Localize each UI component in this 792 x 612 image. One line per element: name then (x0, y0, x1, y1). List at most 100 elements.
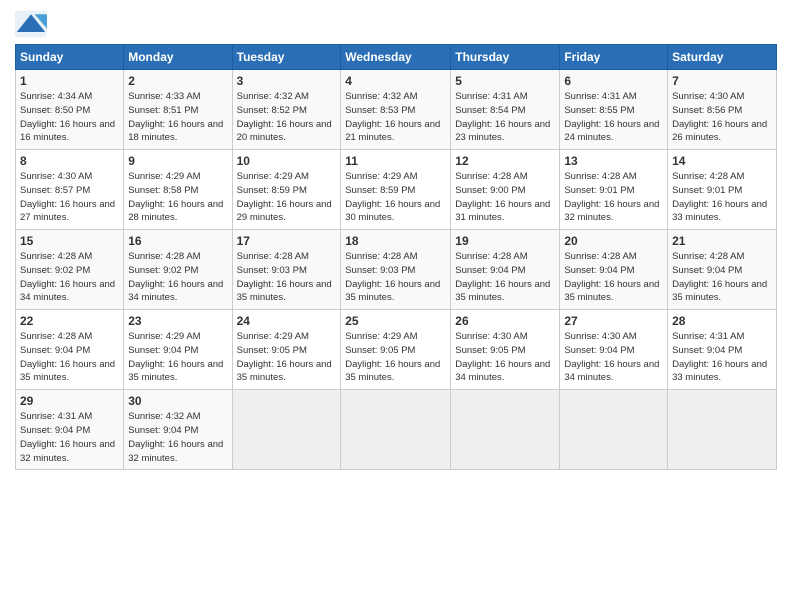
day-number: 6 (564, 74, 663, 88)
day-number: 27 (564, 314, 663, 328)
day-number: 11 (345, 154, 446, 168)
weekday-thursday: Thursday (451, 45, 560, 70)
page-container: SundayMondayTuesdayWednesdayThursdayFrid… (0, 0, 792, 480)
calendar-table: SundayMondayTuesdayWednesdayThursdayFrid… (15, 44, 777, 470)
day-number: 8 (20, 154, 119, 168)
day-number: 22 (20, 314, 119, 328)
calendar-week-row: 15 Sunrise: 4:28 AMSunset: 9:02 PMDayligh… (16, 230, 777, 310)
day-info: Sunrise: 4:28 AMSunset: 9:04 PMDaylight:… (20, 330, 119, 385)
calendar-cell: 17Sunrise: 4:28 AMSunset: 9:03 PMDayligh… (232, 230, 341, 310)
day-number: 28 (672, 314, 772, 328)
header (15, 10, 777, 38)
calendar-cell: 27 Sunrise: 4:30 AMSunset: 9:04 PMDayligh… (560, 310, 668, 390)
day-info: Sunrise: 4:32 AMSunset: 8:52 PMDaylight:… (237, 90, 337, 145)
calendar-cell (232, 390, 341, 470)
day-number: 3 (237, 74, 337, 88)
day-number: 9 (128, 154, 227, 168)
day-info: Sunrise: 4:29 AMSunset: 9:04 PMDaylight:… (128, 330, 227, 385)
calendar-cell: 1Sunrise: 4:34 AMSunset: 8:50 PMDaylight… (16, 70, 124, 150)
day-number: 2 (128, 74, 227, 88)
calendar-cell: 22 Sunrise: 4:28 AMSunset: 9:04 PMDayligh… (16, 310, 124, 390)
day-number: 14 (672, 154, 772, 168)
calendar-cell: 30Sunrise: 4:32 AMSunset: 9:04 PMDayligh… (124, 390, 232, 470)
day-info: Sunrise: 4:28 AMSunset: 9:03 PMDaylight:… (345, 250, 446, 305)
calendar-cell (668, 390, 777, 470)
day-number: 18 (345, 234, 446, 248)
weekday-friday: Friday (560, 45, 668, 70)
weekday-saturday: Saturday (668, 45, 777, 70)
day-number: 24 (237, 314, 337, 328)
day-number: 19 (455, 234, 555, 248)
day-number: 5 (455, 74, 555, 88)
calendar-cell: 4 Sunrise: 4:32 AMSunset: 8:53 PMDaylight… (341, 70, 451, 150)
day-number: 16 (128, 234, 227, 248)
day-info: Sunrise: 4:30 AMSunset: 8:57 PMDaylight:… (20, 170, 119, 225)
calendar-cell: 28 Sunrise: 4:31 AMSunset: 9:04 PMDayligh… (668, 310, 777, 390)
day-info: Sunrise: 4:32 AMSunset: 8:53 PMDaylight:… (345, 90, 446, 145)
calendar-cell: 20 Sunrise: 4:28 AMSunset: 9:04 PMDayligh… (560, 230, 668, 310)
calendar-cell: 8 Sunrise: 4:30 AMSunset: 8:57 PMDaylight… (16, 150, 124, 230)
weekday-header-row: SundayMondayTuesdayWednesdayThursdayFrid… (16, 45, 777, 70)
day-number: 15 (20, 234, 119, 248)
calendar-cell: 23 Sunrise: 4:29 AMSunset: 9:04 PMDayligh… (124, 310, 232, 390)
weekday-monday: Monday (124, 45, 232, 70)
day-info: Sunrise: 4:28 AMSunset: 9:01 PMDaylight:… (672, 170, 772, 225)
day-info: Sunrise: 4:30 AMSunset: 9:04 PMDaylight:… (564, 330, 663, 385)
calendar-cell: 24 Sunrise: 4:29 AMSunset: 9:05 PMDayligh… (232, 310, 341, 390)
day-info: Sunrise: 4:29 AMSunset: 9:05 PMDaylight:… (345, 330, 446, 385)
calendar-cell: 7 Sunrise: 4:30 AMSunset: 8:56 PMDaylight… (668, 70, 777, 150)
day-number: 23 (128, 314, 227, 328)
weekday-sunday: Sunday (16, 45, 124, 70)
day-info: Sunrise: 4:28 AMSunset: 9:03 PMDaylight:… (237, 250, 337, 305)
day-info: Sunrise: 4:29 AMSunset: 9:05 PMDaylight:… (237, 330, 337, 385)
logo (15, 10, 51, 38)
day-info: Sunrise: 4:28 AMSunset: 9:04 PMDaylight:… (564, 250, 663, 305)
calendar-cell: 14 Sunrise: 4:28 AMSunset: 9:01 PMDayligh… (668, 150, 777, 230)
weekday-wednesday: Wednesday (341, 45, 451, 70)
day-number: 7 (672, 74, 772, 88)
calendar-cell: 11Sunrise: 4:29 AMSunset: 8:59 PMDayligh… (341, 150, 451, 230)
calendar-cell: 2 Sunrise: 4:33 AMSunset: 8:51 PMDaylight… (124, 70, 232, 150)
day-info: Sunrise: 4:29 AMSunset: 8:59 PMDaylight:… (237, 170, 337, 225)
calendar-cell (341, 390, 451, 470)
day-number: 4 (345, 74, 446, 88)
day-info: Sunrise: 4:28 AMSunset: 9:04 PMDaylight:… (672, 250, 772, 305)
calendar-cell: 6 Sunrise: 4:31 AMSunset: 8:55 PMDaylight… (560, 70, 668, 150)
day-info: Sunrise: 4:28 AMSunset: 9:02 PMDaylight:… (128, 250, 227, 305)
day-info: Sunrise: 4:28 AMSunset: 9:04 PMDaylight:… (455, 250, 555, 305)
calendar-cell: 10Sunrise: 4:29 AMSunset: 8:59 PMDayligh… (232, 150, 341, 230)
day-number: 29 (20, 394, 119, 408)
calendar-cell (560, 390, 668, 470)
calendar-week-row: 22 Sunrise: 4:28 AMSunset: 9:04 PMDayligh… (16, 310, 777, 390)
calendar-week-row: 8 Sunrise: 4:30 AMSunset: 8:57 PMDaylight… (16, 150, 777, 230)
calendar-cell: 3 Sunrise: 4:32 AMSunset: 8:52 PMDaylight… (232, 70, 341, 150)
day-info: Sunrise: 4:28 AMSunset: 9:02 PMDaylight:… (20, 250, 119, 305)
day-info: Sunrise: 4:31 AMSunset: 8:55 PMDaylight:… (564, 90, 663, 145)
calendar-week-row: 29 Sunrise: 4:31 AMSunset: 9:04 PMDayligh… (16, 390, 777, 470)
day-info: Sunrise: 4:31 AMSunset: 8:54 PMDaylight:… (455, 90, 555, 145)
calendar-cell: 18 Sunrise: 4:28 AMSunset: 9:03 PMDayligh… (341, 230, 451, 310)
calendar-cell: 29 Sunrise: 4:31 AMSunset: 9:04 PMDayligh… (16, 390, 124, 470)
logo-icon (15, 10, 47, 38)
day-info: Sunrise: 4:33 AMSunset: 8:51 PMDaylight:… (128, 90, 227, 145)
day-info: Sunrise: 4:31 AMSunset: 9:04 PMDaylight:… (672, 330, 772, 385)
calendar-week-row: 1Sunrise: 4:34 AMSunset: 8:50 PMDaylight… (16, 70, 777, 150)
calendar-cell: 21Sunrise: 4:28 AMSunset: 9:04 PMDayligh… (668, 230, 777, 310)
day-number: 20 (564, 234, 663, 248)
calendar-cell: 5 Sunrise: 4:31 AMSunset: 8:54 PMDaylight… (451, 70, 560, 150)
day-info: Sunrise: 4:30 AMSunset: 8:56 PMDaylight:… (672, 90, 772, 145)
calendar-cell: 13Sunrise: 4:28 AMSunset: 9:01 PMDayligh… (560, 150, 668, 230)
calendar-cell: 25 Sunrise: 4:29 AMSunset: 9:05 PMDayligh… (341, 310, 451, 390)
day-info: Sunrise: 4:29 AMSunset: 8:58 PMDaylight:… (128, 170, 227, 225)
calendar-cell: 16 Sunrise: 4:28 AMSunset: 9:02 PMDayligh… (124, 230, 232, 310)
calendar-cell: 15 Sunrise: 4:28 AMSunset: 9:02 PMDayligh… (16, 230, 124, 310)
day-number: 25 (345, 314, 446, 328)
day-info: Sunrise: 4:34 AMSunset: 8:50 PMDaylight:… (20, 90, 119, 145)
calendar-cell: 9 Sunrise: 4:29 AMSunset: 8:58 PMDaylight… (124, 150, 232, 230)
day-number: 26 (455, 314, 555, 328)
calendar-cell: 19 Sunrise: 4:28 AMSunset: 9:04 PMDayligh… (451, 230, 560, 310)
day-number: 13 (564, 154, 663, 168)
day-info: Sunrise: 4:28 AMSunset: 9:00 PMDaylight:… (455, 170, 555, 225)
calendar-cell: 26Sunrise: 4:30 AMSunset: 9:05 PMDayligh… (451, 310, 560, 390)
day-info: Sunrise: 4:31 AMSunset: 9:04 PMDaylight:… (20, 410, 119, 465)
